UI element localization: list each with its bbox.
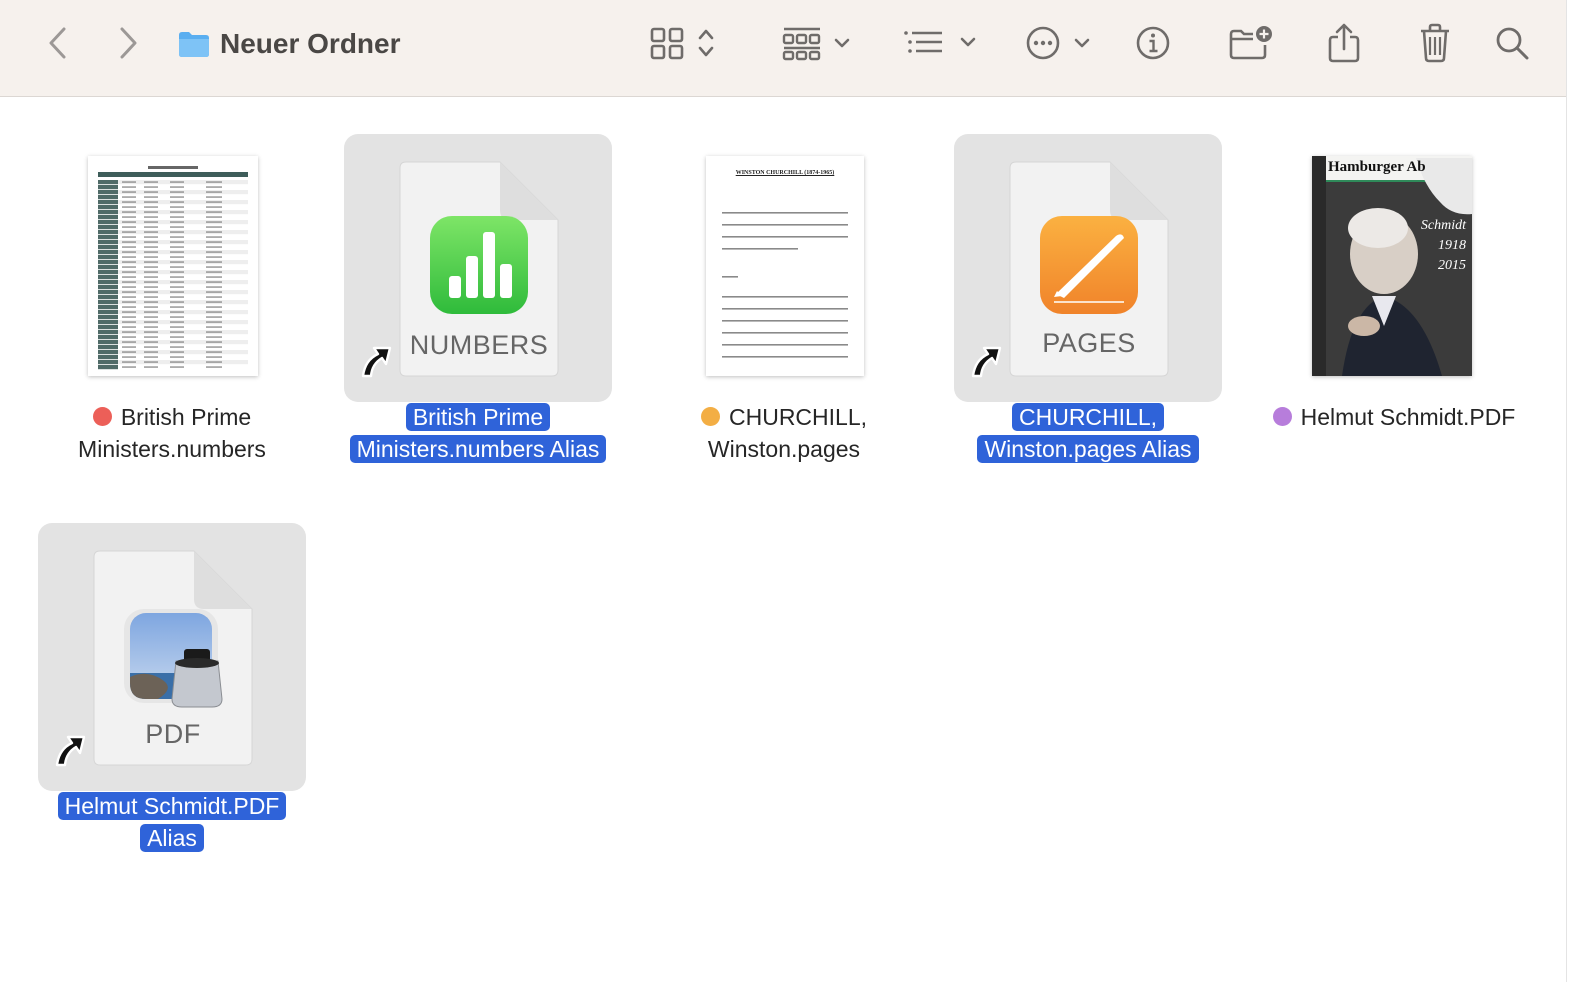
trash-button[interactable] bbox=[1416, 20, 1454, 66]
tag-red-dot bbox=[92, 407, 112, 426]
file-icon-view[interactable]: British Prime Ministers.numbers NUMBERS B… bbox=[0, 97, 1566, 982]
chevron-right-icon bbox=[120, 27, 137, 59]
tag-orange-dot bbox=[700, 407, 720, 426]
chevron-left-icon bbox=[49, 27, 66, 59]
info-icon bbox=[1136, 26, 1170, 60]
back-button[interactable] bbox=[40, 20, 76, 66]
file-name-label: Helmut Schmidt.PDF Alias bbox=[22, 790, 322, 854]
file-item[interactable]: British Prime Ministers.numbers bbox=[22, 134, 322, 474]
alias-arrow-icon bbox=[55, 735, 86, 767]
file-name-label: CHURCHILL, Winston.pages bbox=[634, 401, 934, 465]
pages-document-preview: WINSTON CHURCHILL (1874-1965) bbox=[706, 156, 864, 376]
alias-arrow-icon bbox=[971, 346, 1002, 378]
file-item-selected[interactable]: PDF Helmut Schmidt.PDF Alias bbox=[22, 523, 322, 863]
toolbar: Neuer Ordner bbox=[0, 0, 1566, 97]
folder-icon bbox=[179, 32, 209, 57]
icon-grid-view-icon bbox=[650, 27, 714, 60]
action-button[interactable] bbox=[1024, 20, 1096, 66]
cover-masthead: Hamburger Ab bbox=[1328, 159, 1426, 175]
share-button[interactable] bbox=[1326, 20, 1362, 66]
window-title-text: Neuer Ordner bbox=[220, 28, 401, 59]
document-type-label: PAGES bbox=[1042, 328, 1136, 358]
group-by-icon bbox=[782, 27, 850, 61]
alias-arrow-icon bbox=[361, 346, 392, 378]
file-name-label: Helmut Schmidt.PDF bbox=[1244, 401, 1544, 433]
forward-button[interactable] bbox=[110, 20, 146, 66]
group-button[interactable] bbox=[780, 20, 856, 66]
numbers-spreadsheet-preview bbox=[88, 156, 258, 376]
file-name-label: CHURCHILL, Winston.pages Alias bbox=[938, 401, 1238, 465]
pdf-magazine-cover-preview: Hamburger Ab Schmidt 1918 2015 bbox=[1312, 156, 1472, 376]
search-icon bbox=[1496, 27, 1529, 60]
window-right-edge bbox=[1566, 0, 1580, 982]
new-folder-icon bbox=[1229, 26, 1272, 60]
info-button[interactable] bbox=[1134, 20, 1172, 66]
new-folder-button[interactable] bbox=[1226, 20, 1276, 66]
view-mode-button[interactable] bbox=[646, 20, 720, 66]
document-type-label: NUMBERS bbox=[409, 330, 549, 360]
file-item-selected[interactable]: PAGES CHURCHILL, Winston.pages Alias bbox=[938, 134, 1238, 474]
search-button[interactable] bbox=[1492, 20, 1532, 66]
file-item[interactable]: Hamburger Ab Schmidt 1918 2015 Helmut Sc… bbox=[1244, 134, 1544, 474]
tag-purple-dot bbox=[1272, 407, 1292, 426]
file-item-selected[interactable]: NUMBERS British Prime Ministers.numbers A… bbox=[328, 134, 628, 474]
sort-button[interactable] bbox=[900, 20, 980, 66]
file-name-label: British Prime Ministers.numbers bbox=[78, 404, 266, 462]
cover-text: Schmidt 1918 2015 bbox=[1420, 218, 1466, 273]
share-icon bbox=[1328, 23, 1360, 63]
sort-list-icon bbox=[904, 31, 976, 53]
document-type-label: PDF bbox=[145, 719, 201, 749]
file-name-label: British Prime Ministers.numbers Alias bbox=[328, 401, 628, 465]
more-actions-icon bbox=[1026, 26, 1090, 60]
trash-icon bbox=[1421, 23, 1449, 63]
window-title: Neuer Ordner bbox=[178, 24, 401, 64]
file-item[interactable]: WINSTON CHURCHILL (1874-1965) CHURCHILL,… bbox=[634, 134, 934, 474]
